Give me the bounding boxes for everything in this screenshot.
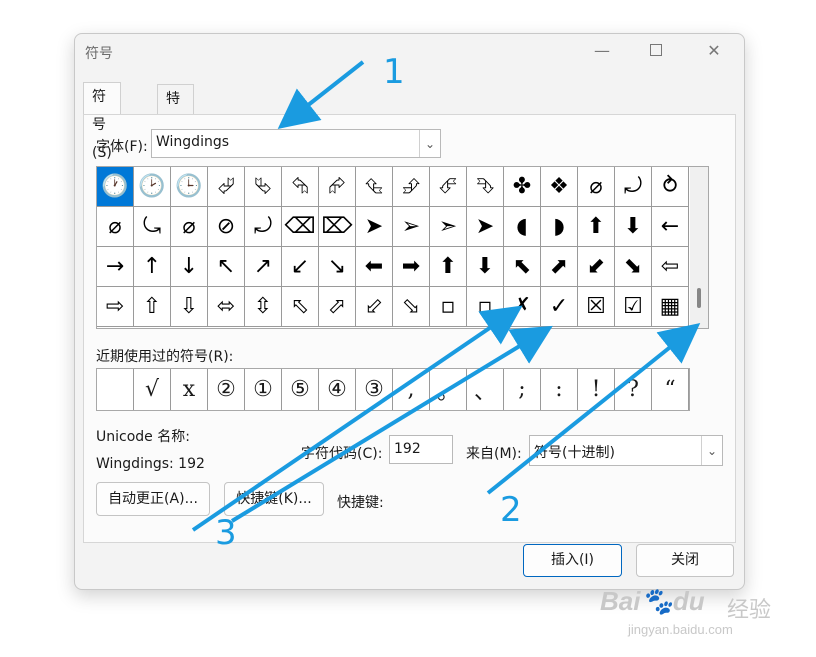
arrow-3b [230, 325, 553, 523]
arrow-1 [277, 60, 365, 129]
annotation-2: 2 [500, 490, 522, 530]
watermark-cn: 经验 [727, 597, 772, 622]
arrow-3a [191, 305, 523, 532]
annotation-3: 3 [215, 513, 237, 553]
arrow-2 [486, 322, 701, 495]
watermark-logo: Bai🐾du [600, 586, 705, 616]
tab-symbols[interactable]: 符号(S) [83, 82, 121, 161]
annotation-1: 1 [383, 52, 405, 92]
watermark-url: jingyan.baidu.com [628, 622, 733, 637]
annotation-arrows [191, 60, 701, 532]
